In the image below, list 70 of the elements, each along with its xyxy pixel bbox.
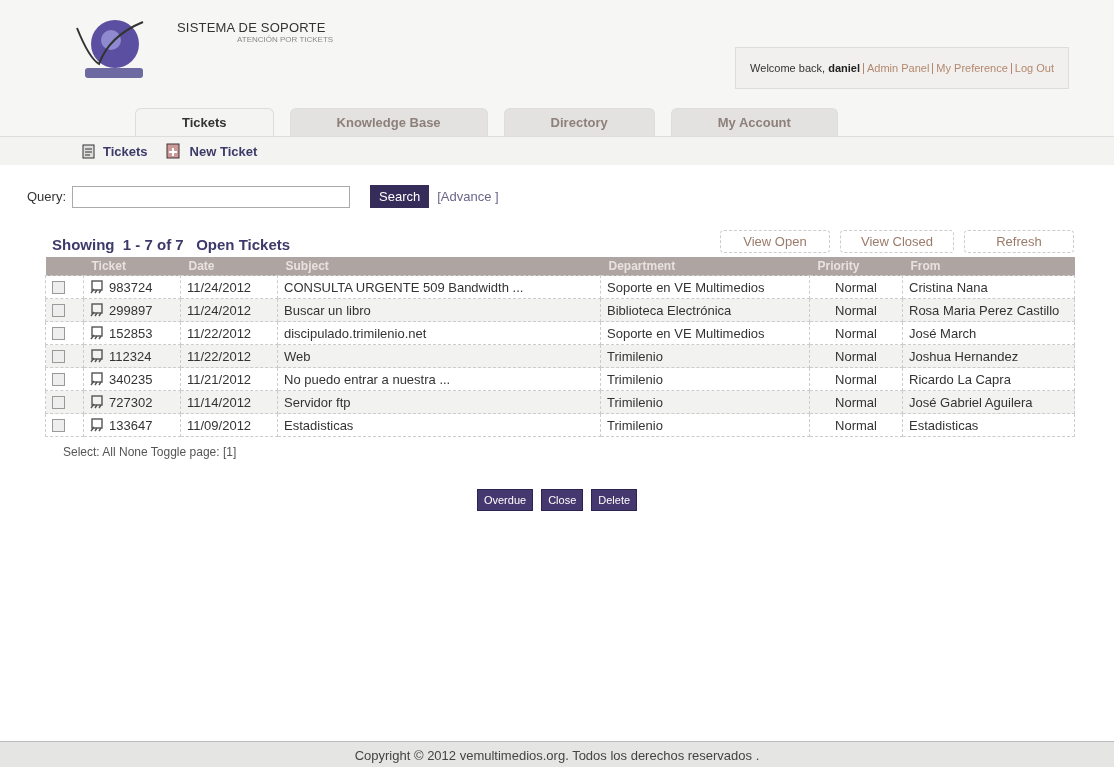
- site-title: SISTEMA DE SOPORTE: [177, 20, 327, 35]
- document-icon: [82, 143, 95, 159]
- row-checkbox[interactable]: [52, 303, 65, 317]
- ticket-icon: [90, 372, 104, 386]
- results-heading: Showing 1 - 7 of 7 Open Tickets: [52, 236, 291, 253]
- date-cell: 11/21/2012: [180, 367, 278, 391]
- new-document-icon: [165, 143, 182, 159]
- row-checkbox[interactable]: [52, 326, 65, 340]
- selection-controls: Select: All None Toggle page: [1]: [0, 437, 1114, 459]
- ticket-icon: [90, 280, 104, 294]
- ticket-icon: [90, 349, 104, 363]
- date-cell: 11/22/2012: [180, 321, 278, 345]
- footer-copyright: Copyright © 2012 vemultimedios.org. Todos los derechos reservados .: [0, 741, 1114, 767]
- subject-cell[interactable]: Servidor ftp: [277, 390, 601, 414]
- date-cell: 11/09/2012: [180, 413, 278, 437]
- date-cell: 11/24/2012: [180, 298, 278, 322]
- subnav-link[interactable]: Tickets: [82, 143, 148, 159]
- action-button[interactable]: Close: [541, 489, 584, 511]
- view-button[interactable]: View Closed: [839, 230, 954, 253]
- date-cell: 11/24/2012: [180, 275, 278, 299]
- row-checkbox[interactable]: [52, 418, 65, 432]
- priority-cell: Normal: [809, 298, 903, 322]
- department-cell: Trimilenio: [600, 344, 810, 368]
- welcome-text: Welcome back, daniel: [750, 62, 860, 74]
- ticket-icon: [90, 395, 104, 409]
- date-cell: 11/22/2012: [180, 344, 278, 368]
- priority-cell: Normal: [809, 367, 903, 391]
- nav-tab[interactable]: Tickets: [135, 108, 274, 136]
- department-cell: Soporte en VE Multimedios: [600, 321, 810, 345]
- advanced-search-link[interactable]: [Advance ]: [437, 189, 499, 204]
- from-cell: Rosa Maria Perez Castillo: [902, 298, 1075, 322]
- subject-cell[interactable]: Estadisticas: [277, 413, 601, 437]
- row-checkbox[interactable]: [52, 372, 65, 386]
- ticket-icon: [90, 418, 104, 432]
- row-checkbox[interactable]: [52, 280, 65, 294]
- search-button[interactable]: Search: [370, 185, 430, 208]
- date-cell: 11/14/2012: [180, 390, 278, 414]
- action-button[interactable]: Delete: [591, 489, 638, 511]
- row-checkbox[interactable]: [52, 395, 65, 409]
- from-cell: Estadisticas: [902, 413, 1075, 437]
- query-label: Query:: [27, 189, 66, 204]
- department-cell: Trimilenio: [600, 390, 810, 414]
- priority-cell: Normal: [809, 275, 903, 299]
- subject-cell[interactable]: No puedo entrar a nuestra ...: [277, 367, 601, 391]
- subnav-link[interactable]: New Ticket: [165, 143, 258, 159]
- priority-cell: Normal: [809, 321, 903, 345]
- department-cell: Soporte en VE Multimedios: [600, 275, 810, 299]
- department-cell: Biblioteca Electrónica: [600, 298, 810, 322]
- action-button[interactable]: Overdue: [476, 489, 534, 511]
- from-cell: Cristina Nana: [902, 275, 1075, 299]
- view-button[interactable]: Refresh: [964, 230, 1074, 253]
- priority-cell: Normal: [809, 344, 903, 368]
- from-cell: Ricardo La Capra: [902, 367, 1075, 391]
- priority-cell: Normal: [809, 413, 903, 437]
- query-field[interactable]: [72, 185, 350, 208]
- ticket-icon: [90, 326, 104, 340]
- department-cell: Trimilenio: [600, 367, 810, 391]
- priority-cell: Normal: [809, 390, 903, 414]
- subject-cell[interactable]: CONSULTA URGENTE 509 Bandwidth ...: [277, 275, 601, 299]
- subject-cell[interactable]: discipulado.trimilenio.net: [277, 321, 601, 345]
- from-cell: José March: [902, 321, 1075, 345]
- ticket-icon: [90, 303, 104, 317]
- subject-cell[interactable]: Web: [277, 344, 601, 368]
- site-subtitle: ATENCIÓN POR TICKETS: [237, 35, 334, 44]
- department-cell: Trimilenio: [600, 413, 810, 437]
- subject-cell[interactable]: Buscar un libro: [277, 298, 601, 322]
- from-cell: José Gabriel Aguilera: [902, 390, 1075, 414]
- from-cell: Joshua Hernandez: [902, 344, 1075, 368]
- row-checkbox[interactable]: [52, 349, 65, 363]
- view-button[interactable]: View Open: [719, 230, 830, 253]
